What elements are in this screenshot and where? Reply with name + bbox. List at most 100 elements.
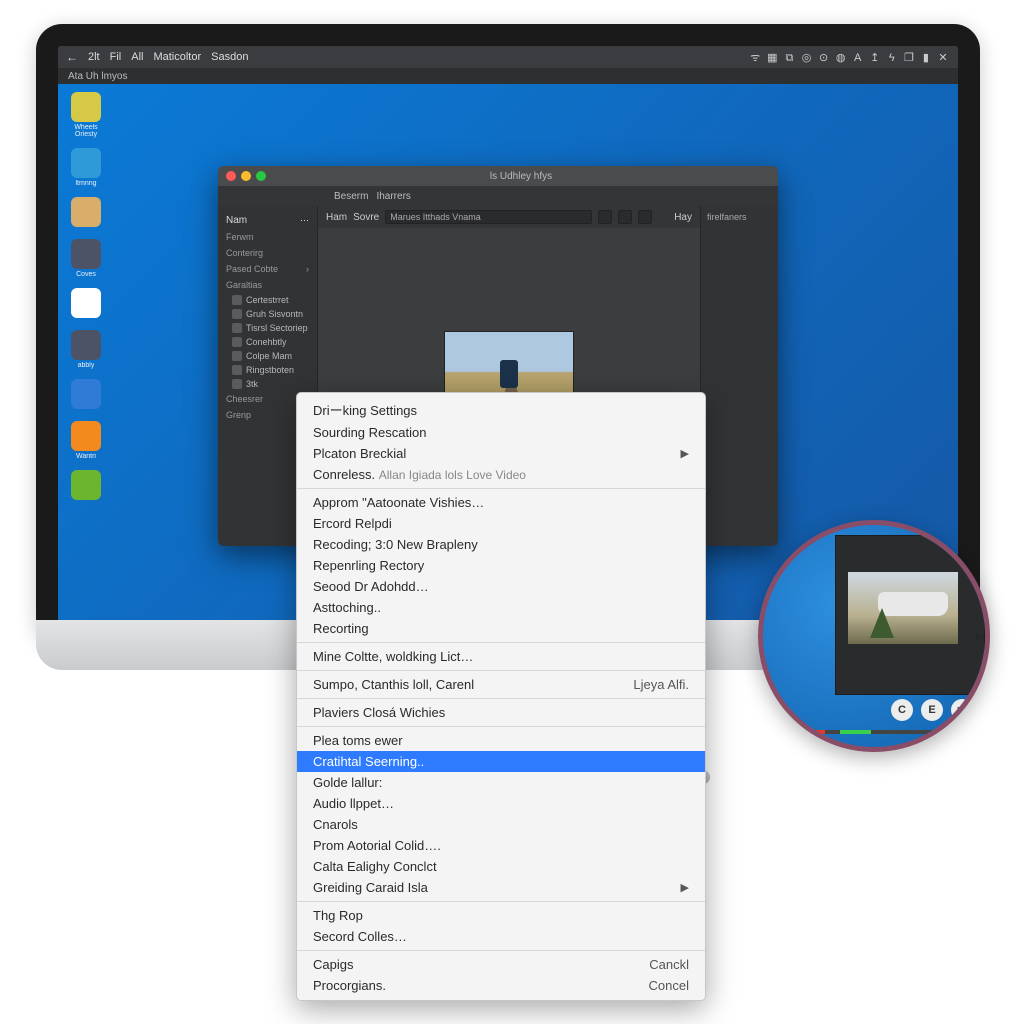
wifi-icon[interactable]: ᯤ: [748, 50, 762, 65]
context-menu-item[interactable]: Recoding; 3:0 New Brapleny: [297, 534, 705, 555]
maximize-button[interactable]: [256, 171, 266, 181]
context-menu-item[interactable]: Cnarols: [297, 814, 705, 835]
grid-icon[interactable]: ▦: [765, 51, 779, 64]
context-menu-item[interactable]: Greiding Caraid Isla▶: [297, 877, 705, 898]
record-icon[interactable]: ⊙: [817, 51, 831, 64]
context-menu-item[interactable]: Sourding Rescation: [297, 422, 705, 443]
system-tray[interactable]: ᯤ ▦ ⧉ ◎ ⊙ ◍ A ↥ ϟ ❐ ▮ ✕: [748, 50, 950, 65]
context-menu-item[interactable]: Secord Colles…: [297, 926, 705, 947]
menu-item-label: Seood Dr Adohdd…: [313, 579, 429, 594]
speaker-icon[interactable]: 🔊: [939, 724, 955, 740]
control-c-button[interactable]: C: [891, 699, 913, 721]
right-panel[interactable]: firelfaners: [700, 206, 778, 546]
context-menu-item[interactable]: Calta Ealighy Conclct: [297, 856, 705, 877]
context-menu-item[interactable]: Asttoching..: [297, 597, 705, 618]
panel-icon[interactable]: ▮: [919, 51, 933, 64]
context-menu[interactable]: Driーking SettingsSourding RescationPlcat…: [296, 392, 706, 1001]
sidebar-item[interactable]: Certestrret: [218, 293, 317, 307]
context-menu-item[interactable]: Ercord Relpdi: [297, 513, 705, 534]
system-menubar[interactable]: ← 2lt Fil All Maticoltor Sasdon ᯤ ▦ ⧉ ◎ …: [58, 46, 958, 68]
sidebar-section[interactable]: Conterirg: [218, 245, 317, 261]
context-menu-item[interactable]: Cratihtal Seerning..: [297, 751, 705, 772]
context-menu-item[interactable]: Driーking Settings: [297, 397, 705, 422]
menu-item[interactable]: Fil: [110, 51, 122, 63]
context-menu-item[interactable]: Plcaton Breckial▶: [297, 443, 705, 464]
sidebar-item[interactable]: Conehbtly: [218, 335, 317, 349]
sidebar-item[interactable]: Colpe Mam: [218, 349, 317, 363]
tool-btn[interactable]: [618, 210, 632, 224]
tool-btn[interactable]: [598, 210, 612, 224]
sidebar-section[interactable]: Ferwm: [218, 229, 317, 245]
context-menu-item[interactable]: Prom Aotorial Colid….: [297, 835, 705, 856]
desktop-icon[interactable]: Wantri: [64, 421, 108, 460]
play-button[interactable]: ▶: [951, 699, 973, 721]
file-icon: [232, 365, 242, 375]
globe-icon[interactable]: ◍: [834, 51, 848, 64]
desktop-icon[interactable]: [64, 470, 108, 502]
sidebar-section[interactable]: Pased Cobte›: [218, 261, 317, 277]
menu-item-label: Golde lallur:: [313, 775, 382, 790]
context-menu-item[interactable]: Conreless. Allan Igiada lols Love Video: [297, 464, 705, 485]
back-icon[interactable]: ←: [66, 50, 78, 64]
context-menu-item[interactable]: Thg Rop: [297, 905, 705, 926]
sidebar-item[interactable]: 3tk: [218, 377, 317, 391]
menu-separator: [297, 642, 705, 643]
mini-controls[interactable]: C E ▶: [891, 699, 973, 721]
tab[interactable]: Beserm: [334, 191, 368, 202]
sidebar-item[interactable]: Ringstboten: [218, 363, 317, 377]
window-titlebar[interactable]: ls Udhley hfys: [218, 166, 778, 186]
up-icon[interactable]: ↥: [868, 51, 882, 64]
progress-slider[interactable]: [779, 730, 933, 734]
close-button[interactable]: [226, 171, 236, 181]
minimize-button[interactable]: [241, 171, 251, 181]
menu-item[interactable]: Sasdon: [211, 51, 248, 63]
source-field[interactable]: Marues Itthads Vnama: [385, 210, 592, 224]
context-menu-item[interactable]: Recorting: [297, 618, 705, 639]
menu-item[interactable]: 2lt: [88, 51, 100, 63]
menu-item[interactable]: All: [131, 51, 143, 63]
window-icon[interactable]: ❐: [902, 51, 916, 64]
context-menu-item[interactable]: Sumpo, Ctanthis loll, CarenlLjeya Alfi.: [297, 674, 705, 695]
aa-icon[interactable]: A: [851, 52, 865, 64]
desktop-icon-label: Wantri: [76, 453, 96, 460]
context-menu-item[interactable]: Plea toms ewer: [297, 730, 705, 751]
app-icon: [71, 148, 101, 178]
context-menu-item[interactable]: Seood Dr Adohdd…: [297, 576, 705, 597]
close-icon[interactable]: ✕: [936, 51, 950, 64]
control-e-button[interactable]: E: [921, 699, 943, 721]
desktop-icon[interactable]: Coves: [64, 239, 108, 278]
sidebar-item[interactable]: Gruh Sisvontn: [218, 307, 317, 321]
circle-icon[interactable]: ◎: [800, 51, 814, 64]
traffic-lights[interactable]: [226, 171, 266, 181]
sidebar-section[interactable]: Garaltias: [218, 277, 317, 293]
context-menu-item[interactable]: Audio llppet…: [297, 793, 705, 814]
desktop-icon[interactable]: Wheels Oriesty: [64, 92, 108, 138]
context-menu-item[interactable]: Procorgians.Concel: [297, 975, 705, 996]
menu-item[interactable]: Maticoltor: [153, 51, 201, 63]
context-menu-item[interactable]: Approm "Aаtoonate Vishies…: [297, 492, 705, 513]
desktop-icon[interactable]: [64, 379, 108, 411]
desktop-icon[interactable]: ltmnng: [64, 148, 108, 187]
menu-item-shortcut: Ljeya Alfi.: [633, 677, 689, 692]
menu-item-shortcut: Canckl: [649, 957, 689, 972]
screen-icon[interactable]: ⧉: [782, 52, 796, 65]
mini-player[interactable]: [835, 535, 985, 695]
app-toolbar[interactable]: Ham Sovre Marues Itthads Vnama Hay: [318, 206, 700, 228]
context-menu-item[interactable]: Repenrling Rеctory: [297, 555, 705, 576]
antenna-icon[interactable]: ϟ: [885, 52, 899, 64]
tool-btn[interactable]: [638, 210, 652, 224]
file-icon: [232, 309, 242, 319]
context-menu-item[interactable]: Golde lallur:: [297, 772, 705, 793]
desktop-icon[interactable]: abbly: [64, 330, 108, 369]
menu-item-label: Plaviers Closá Wichies: [313, 705, 445, 720]
context-menu-item[interactable]: Mine Coltte, woldking Lict…: [297, 646, 705, 667]
tab[interactable]: Iharrers: [376, 191, 410, 202]
sidebar-item[interactable]: Tisrsl Sectoriep: [218, 321, 317, 335]
context-menu-item[interactable]: Capigs Canckl: [297, 954, 705, 975]
desktop-icon[interactable]: [64, 197, 108, 229]
sidebar-controls-icon[interactable]: ⋯: [300, 215, 309, 226]
desktop-icon[interactable]: [64, 288, 108, 320]
context-menu-item[interactable]: Plaviers Closá Wichies: [297, 702, 705, 723]
menu-item-label: Capigs: [313, 957, 353, 972]
arrow-right-icon[interactable]: ➔: [959, 724, 975, 740]
